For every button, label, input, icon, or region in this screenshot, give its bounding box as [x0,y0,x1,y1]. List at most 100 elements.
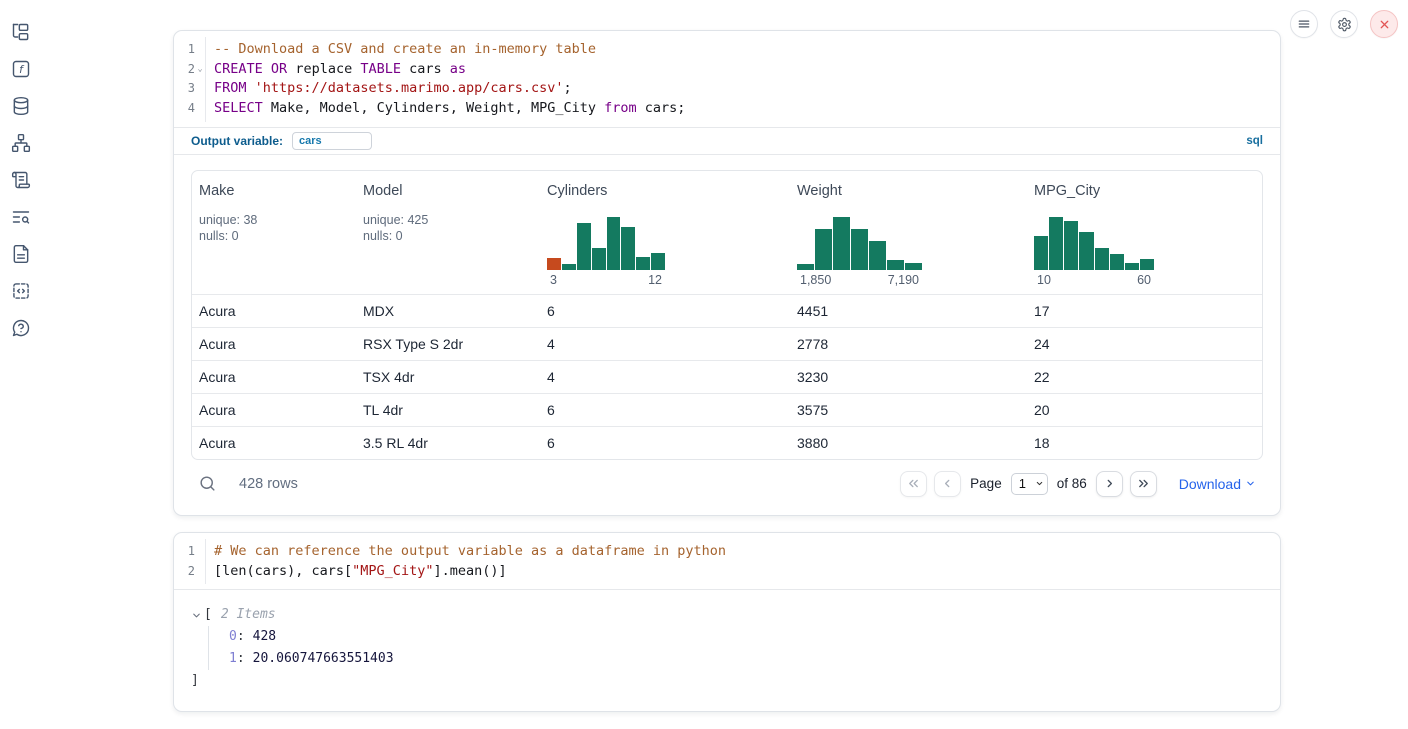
code-line[interactable]: 1# We can reference the output variable … [174,542,1280,562]
histogram-bar[interactable] [577,223,591,270]
histogram-bar[interactable] [547,258,561,270]
histogram-axis-labels: 1060 [1034,273,1154,287]
list-search-icon[interactable] [10,206,32,228]
column-header[interactable]: Modelunique: 425nulls: 0 [356,171,540,294]
file-tree-icon[interactable] [10,21,32,43]
histogram-axis-labels: 312 [547,273,665,287]
histogram-bar[interactable] [797,264,814,270]
histogram-bar[interactable] [905,263,922,270]
code-line[interactable]: 1-- Download a CSV and create an in-memo… [174,40,1280,60]
previous-page-button[interactable] [934,471,961,497]
histogram-bar[interactable] [1034,236,1048,270]
item-index: 0 [229,626,237,648]
download-button[interactable]: Download [1179,476,1256,492]
page-select[interactable]: 1 [1011,473,1048,495]
table-cell: 20 [1027,402,1262,418]
histogram-bar[interactable] [562,264,576,270]
table-cell: MDX [356,303,540,319]
code-square-icon[interactable] [10,280,32,302]
close-bracket: ] [191,670,199,692]
column-header[interactable]: Weight1,8507,190 [790,171,1027,294]
table-cell: 4 [540,336,790,352]
function-square-icon[interactable]: f [10,58,32,80]
table-cell: Acura [192,303,356,319]
collapse-chevron-icon[interactable] [191,610,202,621]
data-table: Make unique: 38nulls: 0Modelunique: 425nu… [191,170,1263,460]
table-row[interactable]: AcuraRSX Type S 2dr4277824 [192,327,1262,360]
histogram-bar[interactable] [869,241,886,270]
code-text: -- Download a CSV and create an in-memor… [205,40,596,60]
column-name: Make [199,183,348,199]
code-line[interactable]: 3FROM 'https://datasets.marimo.app/cars.… [174,79,1280,99]
table-cell: 4451 [790,303,1027,319]
histogram-bar[interactable] [651,253,665,270]
table-cell: 3575 [790,402,1027,418]
histogram-bar[interactable] [833,217,850,270]
column-header[interactable]: MPG_City 1060 [1027,171,1262,294]
histogram-bars [547,217,665,270]
line-number-gutter: 1 [174,40,205,60]
python-code-editor[interactable]: 1# We can reference the output variable … [174,533,1280,590]
histogram-bar[interactable] [607,217,621,270]
column-name: MPG_City [1034,183,1254,199]
database-icon[interactable] [10,95,32,117]
histogram-bar[interactable] [621,227,635,270]
histogram-bar[interactable] [815,229,832,270]
line-number-gutter: 2 [174,562,205,582]
menu-button[interactable] [1290,10,1318,38]
table-row[interactable]: AcuraTL 4dr6357520 [192,393,1262,426]
sql-code-editor[interactable]: 1-- Download a CSV and create an in-memo… [174,31,1280,127]
table-cell: TL 4dr [356,402,540,418]
histogram-bar[interactable] [1140,259,1154,270]
histogram-bar[interactable] [1110,254,1124,270]
gear-icon [1337,17,1352,32]
close-icon [1378,18,1391,31]
settings-button[interactable] [1330,10,1358,38]
histogram-bar[interactable] [1125,263,1139,270]
fold-chevron-icon[interactable]: ⌄ [195,60,205,80]
code-line[interactable]: 2⌄CREATE OR replace TABLE cars as [174,60,1280,80]
last-page-button[interactable] [1130,471,1157,497]
column-stats: unique: 38nulls: 0 [199,212,348,245]
code-line[interactable]: 2[len(cars), cars["MPG_City"].mean()] [174,562,1280,582]
next-page-button[interactable] [1096,471,1123,497]
chevrons-left-icon [906,476,921,491]
page-total-label: of 86 [1057,476,1087,491]
table-row[interactable]: AcuraMDX6445117 [192,294,1262,327]
histogram-bar[interactable] [887,260,904,270]
histogram-bar[interactable] [592,248,606,270]
list-close: ] [191,670,1280,692]
histogram-bar[interactable] [1064,221,1078,270]
code-text: # We can reference the output variable a… [205,542,726,562]
list-header[interactable]: [ 2 Items [191,604,1280,626]
output-variable-input[interactable] [292,132,372,150]
help-circle-icon[interactable] [10,317,32,339]
list-item: 0:428 [191,626,1280,648]
histogram-bar[interactable] [1049,217,1063,270]
column-header[interactable]: Cylinders312 [540,171,790,294]
output-variable-bar: Output variable: sql [174,127,1280,155]
table-row[interactable]: AcuraTSX 4dr4323022 [192,360,1262,393]
document-icon[interactable] [10,243,32,265]
histogram-bar[interactable] [636,257,650,270]
line-number-gutter: 3 [174,79,205,99]
code-line[interactable]: 4SELECT Make, Model, Cylinders, Weight, … [174,99,1280,119]
line-number-gutter: 2⌄ [174,60,205,80]
histogram-bar[interactable] [1095,248,1109,270]
first-page-button[interactable] [900,471,927,497]
sql-output-region: Make unique: 38nulls: 0Modelunique: 425nu… [174,155,1280,499]
table-row[interactable]: Acura3.5 RL 4dr6388018 [192,426,1262,459]
histogram-bar[interactable] [851,229,868,270]
table-cell: 17 [1027,303,1262,319]
scroll-logs-icon[interactable] [10,169,32,191]
shutdown-button[interactable] [1370,10,1398,38]
histogram-bar[interactable] [1079,232,1093,270]
search-icon[interactable] [198,474,218,494]
table-cell: 22 [1027,369,1262,385]
items-count-label: 2 Items [221,604,276,626]
table-cell: Acura [192,336,356,352]
item-index: 1 [229,648,237,670]
dependency-graph-icon[interactable] [10,132,32,154]
column-header[interactable]: Make unique: 38nulls: 0 [192,171,356,294]
line-number-gutter: 1 [174,542,205,562]
